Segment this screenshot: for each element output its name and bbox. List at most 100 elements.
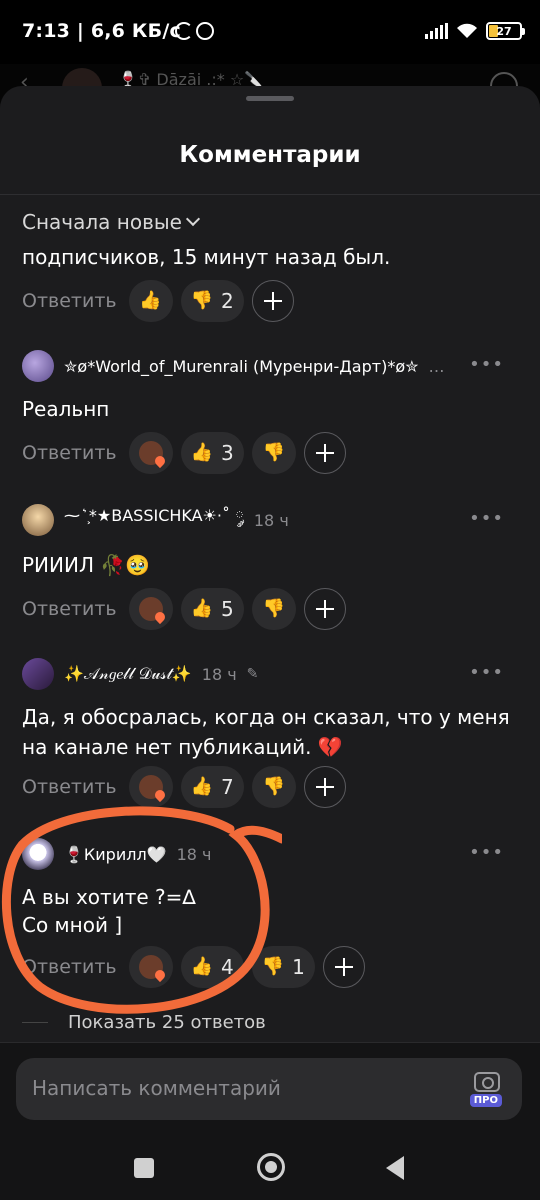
comment-actions: Ответить 👍 5 👎 [22,588,346,630]
comment-author: ⁓ ͛ ͕*★BASSICHKA☀︎·˚ ༘ 18 ч [22,504,289,536]
more-options-icon[interactable]: ••• [469,842,504,863]
dislike-button[interactable]: 👎 1 [251,946,315,988]
battery-icon: 27 [486,22,525,40]
status-bar: 7:13 | 6,6 КБ/с 27 [0,0,540,64]
avatar[interactable] [22,838,54,870]
comment-actions: Ответить 👍 3 👎 [22,432,346,474]
reply-button[interactable]: Ответить [22,442,117,464]
camera-icon[interactable] [474,1072,500,1092]
like-count: 3 [221,441,234,465]
comment-text: РИИИЛ 🥀🥹 [22,553,151,577]
back-button[interactable] [386,1156,404,1180]
show-replies-button[interactable]: Показать 25 ответов [22,1012,266,1033]
thumbs-up-icon: 👍 [190,598,214,619]
recent-apps-button[interactable] [134,1158,154,1178]
more-options-icon[interactable]: ••• [469,508,504,529]
divider [0,194,540,195]
author-heart-icon [138,775,163,799]
thumbs-up-icon: 👍 [190,956,214,977]
author-heart-reaction [128,766,173,808]
comment-text: Реальнп [22,397,110,421]
battery-level: 27 [496,24,512,38]
more-options-icon[interactable]: ••• [469,662,504,683]
sort-label: Сначала новые [22,210,182,234]
author-name[interactable]: ✨𝒜𝓃𝑔𝑒𝓁𝓁 𝒟𝓊𝓈𝓉✨ [64,664,192,684]
dislike-button[interactable]: 👎 2 [180,280,244,322]
like-count: 7 [221,775,234,799]
author-heart-icon [138,441,163,465]
thumbs-down-icon: 👎 [190,290,214,311]
add-reaction-button[interactable] [251,280,294,322]
add-reaction-button[interactable] [303,588,346,630]
comment-time: 18 ч [201,664,237,684]
comment-time: 18 ч [253,510,289,530]
drag-handle[interactable] [246,96,294,101]
home-button[interactable] [257,1153,285,1181]
reply-button[interactable]: Ответить [22,598,117,620]
edited-pencil-icon: ✎ [246,666,259,682]
comment-input[interactable]: Написать комментарий ПРО [16,1058,522,1120]
like-button[interactable]: 👍 7 [180,766,244,808]
dislike-button[interactable]: 👎 [251,588,296,630]
comment-text-line2: Со мной ] [22,913,123,937]
comment-text: подписчиков, 15 минут назад был. [22,245,391,269]
chevron-down-icon [185,211,201,227]
comment-time: … [428,356,445,376]
thumbs-up-icon: 👍 [190,442,214,463]
like-count: 5 [221,597,234,621]
like-button[interactable]: 👍 5 [180,588,244,630]
comment-author: ✨𝒜𝓃𝑔𝑒𝓁𝓁 𝒟𝓊𝓈𝓉✨ 18 ч ✎ [22,658,258,690]
sheet-title: Комментарии [179,142,361,168]
dislike-count: 1 [292,955,305,979]
system-nav-bar [0,1140,540,1200]
reply-button[interactable]: Ответить [22,776,117,798]
dislike-button[interactable]: 👎 [251,432,296,474]
add-reaction-button[interactable] [303,432,346,474]
sort-dropdown[interactable]: Сначала новые [22,210,201,234]
dislike-count: 2 [221,289,234,313]
moon-icon [175,22,193,40]
thumbs-down-icon: 👎 [262,598,285,619]
chat-status-icon [196,22,214,40]
author-name[interactable]: ✮ø*World_of_Murenrali (Муренри-Дарт)*ø✮ [64,357,419,376]
add-reaction-button[interactable] [303,766,346,808]
wifi-icon [457,23,477,38]
pro-badge: ПРО [469,1094,502,1107]
avatar[interactable] [22,504,54,536]
thread-line [22,1022,48,1023]
comment-actions: Ответить 👍 4 👎 1 [22,946,365,988]
thumbs-up-icon: 👍 [139,290,162,311]
author-name[interactable]: 🍷Кирилл🤍 [64,845,167,864]
author-name[interactable]: ⁓ ͛ ͕*★BASSICHKA☀︎·˚ ༘ [64,498,244,543]
avatar[interactable] [22,350,54,382]
like-count: 4 [221,955,234,979]
comment-time: 18 ч [176,844,212,864]
thumbs-up-icon: 👍 [190,776,214,797]
reply-button[interactable]: Ответить [22,956,117,978]
comment-text: Да, я обосралась, когда он сказал, что у… [22,705,510,759]
comment-actions: Ответить 👍 7 👎 [22,766,346,808]
comments-sheet: Комментарии Сначала новые подписчиков, 1… [0,86,540,1200]
status-time: 7:13 | 6,6 КБ/с [22,20,181,42]
author-heart-reaction [128,588,173,630]
avatar[interactable] [22,658,54,690]
author-heart-icon [138,955,163,979]
comment-placeholder: Написать комментарий [32,1076,281,1100]
thumbs-down-icon: 👎 [262,776,285,797]
thumbs-down-icon: 👎 [261,956,285,977]
like-button[interactable]: 👍 3 [180,432,244,474]
add-reaction-button[interactable] [322,946,365,988]
more-options-icon[interactable]: ••• [469,354,504,375]
like-button[interactable]: 👍 4 [180,946,244,988]
show-replies-label: Показать 25 ответов [68,1012,266,1033]
reply-button[interactable]: Ответить [22,290,117,312]
comment-author: ✮ø*World_of_Murenrali (Муренри-Дарт)*ø✮ … [22,350,445,382]
thumbs-down-icon: 👎 [262,442,285,463]
author-heart-reaction [128,432,173,474]
author-heart-reaction [128,946,173,988]
signal-icon [425,23,448,39]
author-heart-icon [138,597,163,621]
dislike-button[interactable]: 👎 [251,766,296,808]
comment-text-line1: А вы хотите ?=∆ [22,885,196,909]
like-button[interactable]: 👍 [128,280,173,322]
